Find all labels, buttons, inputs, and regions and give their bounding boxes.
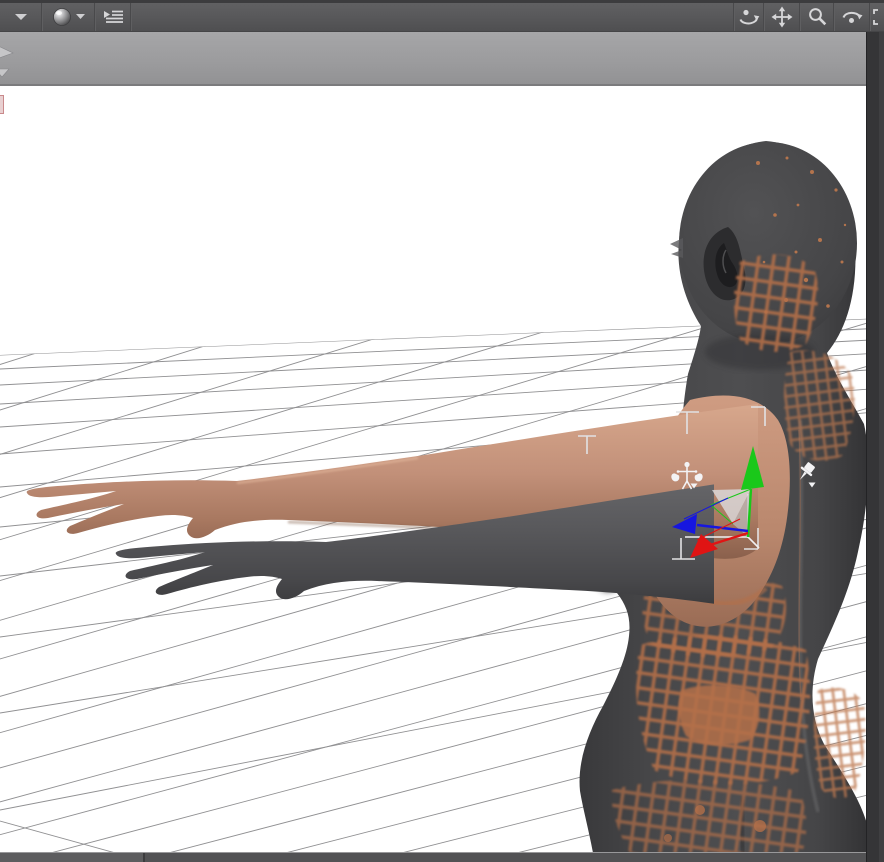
right-panel-edge[interactable] xyxy=(866,32,884,862)
buttock-patch xyxy=(611,779,807,852)
secondary-toolbar xyxy=(0,32,866,86)
pan-camera-button[interactable] xyxy=(765,3,799,31)
shoulderblade-patch xyxy=(784,350,855,461)
rotate-arrow-icon xyxy=(842,11,863,23)
scene-svg[interactable] xyxy=(0,86,866,852)
zoom-camera-button[interactable] xyxy=(801,3,833,31)
outline-list-icon xyxy=(104,10,123,23)
toolbar-right-group xyxy=(733,3,884,31)
left-edge-marker xyxy=(0,95,4,114)
tool-dropdown-button[interactable] xyxy=(0,3,41,31)
shading-style-button[interactable] xyxy=(43,3,94,31)
node-cursor-icon[interactable] xyxy=(0,42,19,80)
magnifier-icon xyxy=(809,8,827,26)
bottom-bar-divider[interactable] xyxy=(143,853,145,862)
midback-solid-patch xyxy=(678,685,760,745)
toolbar-separator xyxy=(130,3,132,31)
scene-outline-button[interactable] xyxy=(96,3,130,31)
main-toolbar xyxy=(0,0,884,32)
pan-arrows-icon xyxy=(771,6,793,28)
hip-patch xyxy=(813,687,866,799)
corner-brackets-icon xyxy=(873,9,878,25)
orbit-icon xyxy=(739,9,760,25)
app-window xyxy=(0,0,884,862)
toolbar-left-group xyxy=(0,3,132,31)
nape-patch xyxy=(734,254,819,352)
eyelash-detail xyxy=(670,238,683,258)
chevron-down-icon xyxy=(75,14,85,19)
sphere-icon xyxy=(52,8,85,26)
chevron-down-icon xyxy=(14,14,27,20)
bottom-bar xyxy=(0,852,866,862)
frame-camera-button[interactable] xyxy=(871,3,884,31)
orbit-camera-button[interactable] xyxy=(735,3,763,31)
viewport-3d[interactable] xyxy=(0,86,866,852)
right-panel-edge-highlight xyxy=(879,32,884,862)
bottom-bar-left-segment xyxy=(0,853,143,862)
rotate-camera-button[interactable] xyxy=(835,3,869,31)
